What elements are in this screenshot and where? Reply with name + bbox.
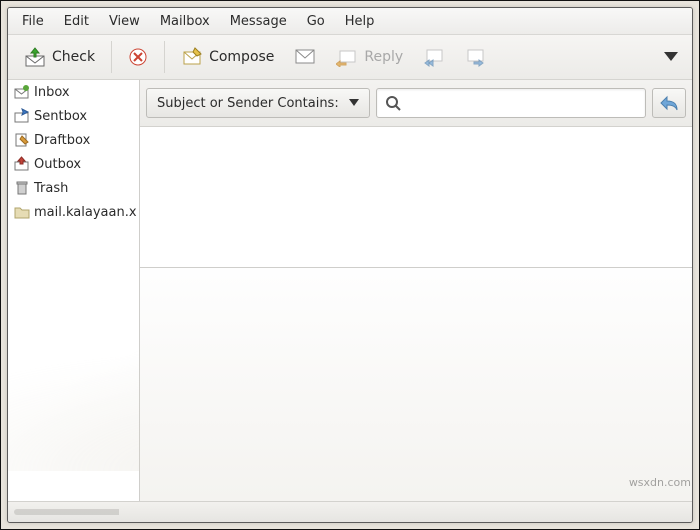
folder-account[interactable]: mail.kalayaan.x bbox=[8, 200, 139, 224]
filter-dropdown[interactable]: Subject or Sender Contains: bbox=[146, 88, 370, 118]
cancel-icon bbox=[128, 47, 148, 67]
outbox-icon bbox=[14, 156, 30, 172]
sent-icon bbox=[14, 108, 30, 124]
filter-label: Subject or Sender Contains: bbox=[157, 96, 339, 111]
reply-action-button[interactable] bbox=[652, 88, 686, 118]
reply-label: Reply bbox=[364, 49, 403, 65]
download-mail-icon bbox=[24, 46, 46, 68]
body: Inbox Sentbox Draftbox bbox=[8, 80, 692, 501]
chevron-down-icon bbox=[664, 52, 678, 62]
menu-mailbox[interactable]: Mailbox bbox=[150, 10, 220, 33]
folder-label: Draftbox bbox=[34, 133, 90, 148]
check-button[interactable]: Check bbox=[14, 40, 105, 74]
compose-icon bbox=[181, 46, 203, 68]
folder-label: mail.kalayaan.x bbox=[34, 205, 137, 220]
folder-trash[interactable]: Trash bbox=[8, 176, 139, 200]
reply-all-button bbox=[413, 40, 455, 74]
reply-button: Reply bbox=[326, 40, 413, 74]
folder-label: Outbox bbox=[34, 157, 81, 172]
toolbar-separator bbox=[164, 41, 165, 73]
menu-help[interactable]: Help bbox=[335, 10, 385, 33]
folder-sidebar: Inbox Sentbox Draftbox bbox=[8, 80, 140, 501]
folder-draftbox[interactable]: Draftbox bbox=[8, 128, 139, 152]
filter-row: Subject or Sender Contains: bbox=[140, 80, 692, 127]
folder-label: Sentbox bbox=[34, 109, 87, 124]
reply-all-icon bbox=[423, 47, 445, 67]
menu-file[interactable]: File bbox=[12, 10, 54, 33]
menu-go[interactable]: Go bbox=[297, 10, 335, 33]
folder-label: Trash bbox=[34, 181, 68, 196]
envelope-icon bbox=[294, 47, 316, 67]
status-bar bbox=[8, 501, 692, 522]
folder-outbox[interactable]: Outbox bbox=[8, 152, 139, 176]
message-list-pane[interactable] bbox=[140, 127, 692, 268]
status-grip bbox=[14, 509, 164, 515]
folder-icon bbox=[14, 204, 30, 220]
toolbar-overflow-button[interactable] bbox=[656, 42, 686, 72]
menu-message[interactable]: Message bbox=[220, 10, 297, 33]
folder-label: Inbox bbox=[34, 85, 70, 100]
app-window: File Edit View Mailbox Message Go Help C… bbox=[7, 7, 693, 523]
reply-arrow-icon bbox=[659, 95, 679, 111]
compose-label: Compose bbox=[209, 49, 274, 65]
draft-icon bbox=[14, 132, 30, 148]
menu-edit[interactable]: Edit bbox=[54, 10, 99, 33]
trash-icon bbox=[14, 180, 30, 196]
inbox-icon bbox=[14, 84, 30, 100]
reply-icon bbox=[336, 47, 358, 67]
folder-inbox[interactable]: Inbox bbox=[8, 80, 139, 104]
toolbar-separator bbox=[111, 41, 112, 73]
check-label: Check bbox=[52, 49, 95, 65]
compose-button[interactable]: Compose bbox=[171, 40, 284, 74]
cancel-button[interactable] bbox=[118, 40, 158, 74]
forward-button bbox=[455, 40, 497, 74]
mail-button-disabled bbox=[284, 40, 326, 74]
forward-icon bbox=[465, 47, 487, 67]
search-input[interactable] bbox=[376, 88, 646, 118]
folder-sentbox[interactable]: Sentbox bbox=[8, 104, 139, 128]
main-pane: Subject or Sender Contains: bbox=[140, 80, 692, 501]
toolbar: Check Compose bbox=[8, 35, 692, 80]
message-preview-pane[interactable] bbox=[140, 268, 692, 501]
menubar: File Edit View Mailbox Message Go Help bbox=[8, 8, 692, 35]
chevron-down-icon bbox=[349, 99, 359, 107]
menu-view[interactable]: View bbox=[99, 10, 150, 33]
search-icon bbox=[385, 95, 401, 111]
